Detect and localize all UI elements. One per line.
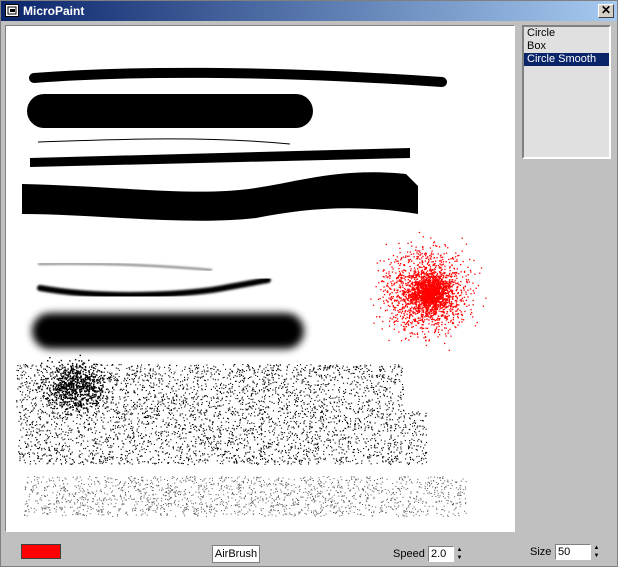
micropaint-window: MicroPaint ✕ Circle Box Circle Smooth Ai… — [0, 0, 618, 567]
airbrush-black-spray — [16, 354, 467, 517]
close-icon: ✕ — [600, 3, 612, 17]
paint-stroke — [22, 172, 418, 221]
app-icon — [5, 4, 19, 17]
paint-stroke — [32, 313, 304, 349]
spin-up-icon[interactable]: ▲ — [455, 546, 464, 554]
color-swatch[interactable] — [21, 544, 61, 559]
spin-down-icon[interactable]: ▼ — [592, 552, 601, 560]
size-label: Size — [530, 546, 552, 558]
speed-label: Speed — [393, 548, 425, 560]
paint-stroke — [37, 277, 271, 298]
brush-item-circle-smooth[interactable]: Circle Smooth — [524, 53, 609, 66]
brush-list[interactable]: Circle Box Circle Smooth — [522, 25, 611, 159]
spin-up-icon[interactable]: ▲ — [592, 544, 601, 552]
window-title: MicroPaint — [23, 4, 85, 18]
spin-down-icon[interactable]: ▼ — [455, 554, 464, 562]
brush-item-box[interactable]: Box — [524, 40, 609, 53]
brush-item-circle[interactable]: Circle — [524, 27, 609, 40]
airbrush-red-spray — [370, 231, 487, 351]
paint-stroke — [37, 263, 213, 271]
size-field[interactable]: 50 — [555, 544, 591, 560]
speed-field[interactable]: 2.0 — [428, 546, 454, 562]
close-button[interactable]: ✕ — [598, 4, 614, 18]
paint-stroke — [29, 67, 447, 87]
size-spinner[interactable]: ▲ ▼ — [592, 544, 601, 560]
canvas-strokes — [16, 67, 487, 517]
paint-canvas[interactable] — [5, 25, 515, 532]
paint-stroke — [30, 148, 410, 167]
tool-button-airbrush[interactable]: AirBrush — [212, 545, 260, 563]
title-bar[interactable]: MicroPaint ✕ — [1, 1, 617, 21]
paint-stroke — [37, 138, 291, 145]
speed-spinner[interactable]: ▲ ▼ — [455, 546, 464, 562]
